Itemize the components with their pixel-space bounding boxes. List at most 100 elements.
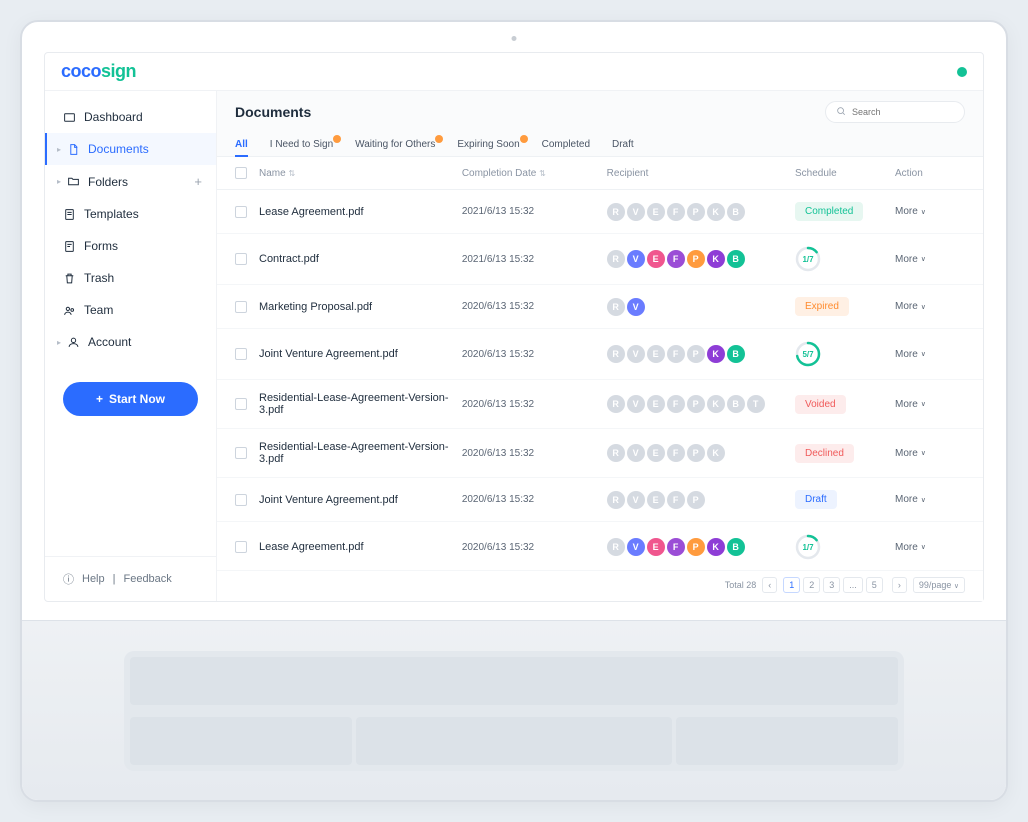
more-button[interactable]: More ∨ [895,254,965,265]
avatar: R [607,298,625,316]
sidebar-item-folders[interactable]: ▸Folders+ [45,165,216,198]
page-prev[interactable]: ‹ [762,577,777,593]
recipient-list: RVEFPKB [607,203,795,221]
search-input[interactable] [852,107,954,117]
row-checkbox[interactable] [235,206,247,218]
row-checkbox[interactable] [235,301,247,313]
row-checkbox[interactable] [235,494,247,506]
page-number[interactable]: 2 [803,577,820,593]
table-row[interactable]: Residential-Lease-Agreement-Version-3.pd… [217,380,983,429]
page-number[interactable]: 3 [823,577,840,593]
more-button[interactable]: More ∨ [895,301,965,312]
nav-label: Templates [84,207,139,221]
avatar: R [607,395,625,413]
column-schedule: Schedule [795,168,895,179]
row-checkbox[interactable] [235,447,247,459]
account-icon [67,336,80,349]
completion-date: 2020/6/13 15:32 [462,448,607,459]
document-name: Contract.pdf [259,253,462,265]
table-row[interactable]: Residential-Lease-Agreement-Version-3.pd… [217,429,983,478]
column-name[interactable]: Name ⇅ [259,168,462,179]
status-badge: Voided [795,395,846,414]
sidebar-item-templates[interactable]: Templates [45,198,216,230]
avatar: V [627,345,645,363]
avatar: K [707,203,725,221]
completion-date: 2020/6/13 15:32 [462,301,607,312]
avatar: B [727,538,745,556]
nav-label: Dashboard [84,110,143,124]
help-link[interactable]: Help [82,573,105,585]
table-row[interactable]: Contract.pdf2021/6/13 15:32RVEFPKB1/7Mor… [217,234,983,285]
sidebar-item-account[interactable]: ▸Account [45,326,216,358]
sidebar-item-forms[interactable]: Forms [45,230,216,262]
tab-i-need-to-sign[interactable]: I Need to Sign [270,133,333,156]
table-row[interactable]: Lease Agreement.pdf2021/6/13 15:32RVEFPK… [217,190,983,234]
search-box[interactable] [825,101,965,123]
avatar: E [647,250,665,268]
plus-icon: + [96,392,103,406]
per-page-select[interactable]: 99/page ∨ [913,577,965,593]
row-checkbox[interactable] [235,253,247,265]
column-date[interactable]: Completion Date ⇅ [462,168,607,179]
avatar: E [647,538,665,556]
sidebar-item-trash[interactable]: Trash [45,262,216,294]
more-button[interactable]: More ∨ [895,349,965,360]
start-now-button[interactable]: + Start Now [63,382,198,416]
table-row[interactable]: Joint Venture Agreement.pdf2020/6/13 15:… [217,329,983,380]
table-body: Lease Agreement.pdf2021/6/13 15:32RVEFPK… [217,190,983,570]
page-number[interactable]: 1 [783,577,800,593]
more-button[interactable]: More ∨ [895,399,965,410]
table-row[interactable]: Joint Venture Agreement.pdf2020/6/13 15:… [217,478,983,522]
chevron-down-icon: ∨ [921,255,926,263]
avatar: P [687,203,705,221]
start-now-label: Start Now [109,392,165,406]
more-button[interactable]: More ∨ [895,494,965,505]
select-all-checkbox[interactable] [235,167,247,179]
avatar: F [667,203,685,221]
avatar: F [667,395,685,413]
add-folder-icon[interactable]: + [194,174,202,189]
sidebar-item-team[interactable]: Team [45,294,216,326]
chevron-down-icon: ∨ [921,208,926,216]
main-content: Documents AllI Need to SignWaiting for O… [217,91,983,601]
table-row[interactable]: Marketing Proposal.pdf2020/6/13 15:32RVE… [217,285,983,329]
table-header: Name ⇅ Completion Date ⇅ Recipient Sched… [217,157,983,190]
tab-draft[interactable]: Draft [612,133,634,156]
completion-date: 2021/6/13 15:32 [462,206,607,217]
filter-tabs: All I Need to Sign Waiting for Others Expir… [217,129,983,157]
avatar: R [607,491,625,509]
sidebar-item-dashboard[interactable]: Dashboard [45,101,216,133]
status-indicator[interactable] [957,67,967,77]
avatar: P [687,444,705,462]
logo-part1: coco [61,61,101,81]
page-next[interactable]: › [892,577,907,593]
column-action: Action [895,168,965,179]
document-name: Residential-Lease-Agreement-Version-3.pd… [259,392,462,416]
template-icon [63,208,76,221]
camera-dot [512,36,517,41]
more-button[interactable]: More ∨ [895,448,965,459]
feedback-link[interactable]: Feedback [123,573,171,585]
chevron-down-icon: ∨ [954,583,959,590]
tab-waiting-for-others[interactable]: Waiting for Others [355,133,435,156]
row-checkbox[interactable] [235,348,247,360]
sidebar-item-documents[interactable]: ▸Documents [45,133,216,165]
page-number[interactable]: 5 [866,577,883,593]
avatar: F [667,345,685,363]
row-checkbox[interactable] [235,541,247,553]
total-count: Total 28 [725,580,757,590]
tab-all[interactable]: All [235,133,248,156]
more-button[interactable]: More ∨ [895,206,965,217]
more-button[interactable]: More ∨ [895,542,965,553]
tab-completed[interactable]: Completed [542,133,590,156]
avatar: P [687,250,705,268]
team-icon [63,304,76,317]
row-checkbox[interactable] [235,398,247,410]
document-name: Lease Agreement.pdf [259,541,462,553]
tab-expiring-soon[interactable]: Expiring Soon [457,133,519,156]
avatar: K [707,395,725,413]
avatar: V [627,395,645,413]
table-row[interactable]: Lease Agreement.pdf2020/6/13 15:32RVEFPK… [217,522,983,570]
nav-label: Folders [88,175,128,189]
page-number: ... [843,577,863,593]
